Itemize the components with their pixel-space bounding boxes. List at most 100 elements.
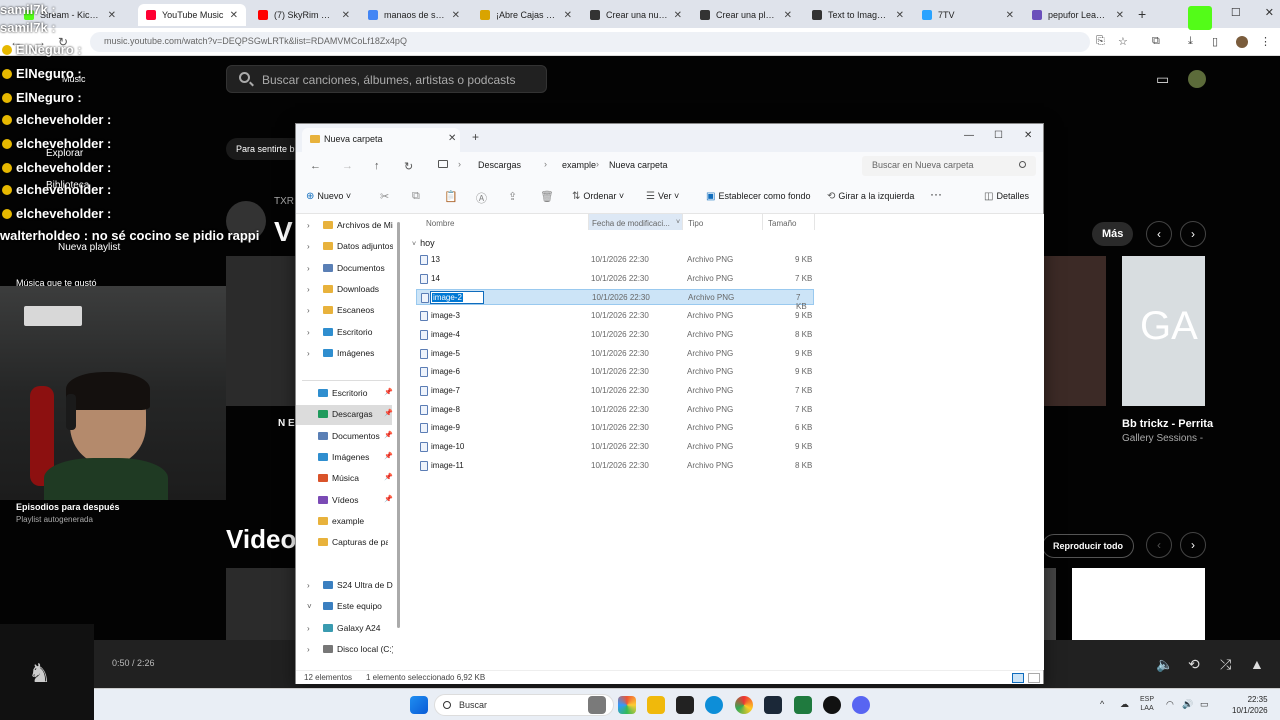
close-tab-icon[interactable]: ✕: [448, 133, 456, 144]
file-row[interactable]: image-5 10/1/2026 22:30 Archivo PNG 9 KB: [416, 346, 814, 362]
nav-item[interactable]: Imágenes 📌: [296, 448, 393, 468]
file-row[interactable]: 13 10/1/2026 22:30 Archivo PNG 9 KB: [416, 252, 814, 268]
breadcrumb-item[interactable]: Nueva carpeta: [609, 160, 668, 170]
song-thumbnail[interactable]: GA: [1122, 256, 1205, 406]
videos-prev-icon[interactable]: ‹: [1146, 532, 1172, 558]
share-icon[interactable]: ⇪: [508, 190, 517, 203]
edge-icon[interactable]: [705, 696, 723, 714]
taskbar-search[interactable]: Buscar: [434, 694, 614, 716]
address-bar[interactable]: music.youtube.com/watch?v=DEQPSGwLRTk&li…: [90, 32, 1090, 52]
nav-item[interactable]: › S24 Ultra de Danc: [296, 576, 393, 596]
close-icon[interactable]: ✕: [1265, 6, 1274, 19]
explorer-tab[interactable]: Nueva carpeta ✕: [302, 128, 460, 152]
tiles-view-icon[interactable]: [1028, 673, 1040, 683]
carousel-next-icon[interactable]: ›: [1180, 221, 1206, 247]
card-title[interactable]: Bb trickz - Perrita: [1122, 418, 1213, 430]
delete-icon[interactable]: 🗑: [540, 190, 554, 203]
windows-start-icon[interactable]: [410, 696, 428, 714]
file-row[interactable]: image-3 10/1/2026 22:30 Archivo PNG 9 KB: [416, 308, 814, 324]
steam-icon[interactable]: [764, 696, 782, 714]
song-thumbnail[interactable]: [226, 256, 296, 406]
sort-button[interactable]: ⇅ Ordenar ˅: [572, 191, 624, 202]
column-header-date[interactable]: Fecha de modificaci...: [592, 219, 670, 228]
close-tab-icon[interactable]: ✕: [1116, 10, 1124, 21]
details-view-icon[interactable]: [1012, 673, 1024, 683]
set-background-button[interactable]: ▣ Establecer como fondo: [706, 191, 811, 202]
minimize-icon[interactable]: —: [964, 130, 974, 141]
chat-username[interactable]: elcheveholder: [16, 206, 103, 221]
refresh-icon[interactable]: ↻: [404, 160, 413, 173]
nav-item[interactable]: Vídeos 📌: [296, 491, 393, 511]
breadcrumb-item[interactable]: example: [562, 160, 596, 170]
bookmark-star-icon[interactable]: ☆: [1118, 35, 1128, 48]
column-divider[interactable]: [762, 214, 763, 230]
paste-icon[interactable]: 📋: [444, 190, 458, 203]
chat-username[interactable]: elcheveholder: [16, 182, 103, 197]
play-all-button[interactable]: Reproducir todo: [1042, 534, 1134, 558]
file-row[interactable]: image-4 10/1/2026 22:30 Archivo PNG 8 KB: [416, 327, 814, 343]
obs-icon[interactable]: [823, 696, 841, 714]
column-divider[interactable]: [814, 214, 815, 230]
close-icon[interactable]: ✕: [1024, 130, 1032, 141]
extensions-icon[interactable]: ⧉: [1152, 35, 1160, 48]
videos-next-icon[interactable]: ›: [1180, 532, 1206, 558]
browser-tab[interactable]: Crear una plantill ✕: [692, 4, 800, 26]
chrome-menu-icon[interactable]: ⋮: [1260, 35, 1271, 48]
nav-item[interactable]: Escritorio 📌: [296, 384, 393, 404]
close-tab-icon[interactable]: ✕: [230, 10, 238, 21]
tray-chevron-icon[interactable]: ^: [1100, 699, 1104, 709]
nav-item[interactable]: › Galaxy A24: [296, 619, 392, 639]
chat-username[interactable]: elcheveholder: [16, 112, 103, 127]
nav-item[interactable]: › Downloads: [296, 280, 392, 300]
chevron-right-icon[interactable]: ›: [307, 306, 310, 315]
chat-username[interactable]: elcheveholder: [16, 136, 103, 151]
chevron-down-icon[interactable]: ˅: [307, 602, 312, 611]
ytm-search-bar[interactable]: Buscar canciones, álbumes, artistas o po…: [226, 65, 547, 93]
video-thumbnail[interactable]: [1072, 568, 1205, 640]
taskbar-clock[interactable]: 22:35 10/1/2026: [1232, 694, 1268, 716]
nav-item[interactable]: › Archivos de Mic: [296, 216, 393, 236]
browser-tab[interactable]: ¡Abre Cajas de CS ✕: [472, 4, 580, 26]
nav-item[interactable]: ˅ Este equipo: [296, 597, 392, 617]
video-thumbnail[interactable]: [1044, 568, 1056, 640]
maximize-icon[interactable]: ☐: [1231, 6, 1241, 19]
column-header-size[interactable]: Tamaño: [768, 219, 796, 228]
shuffle-icon[interactable]: ⤮: [1220, 656, 1231, 673]
chat-username[interactable]: ElNeguro: [16, 66, 74, 81]
battery-icon[interactable]: ▭: [1200, 699, 1209, 710]
store-icon[interactable]: [676, 696, 694, 714]
playlist-later[interactable]: Episodios para después: [16, 502, 120, 512]
close-tab-icon[interactable]: ✕: [674, 10, 682, 21]
browser-tab[interactable]: YouTube Music ✕: [138, 4, 246, 26]
video-thumbnail[interactable]: [226, 568, 296, 640]
copy-icon[interactable]: ⧉: [412, 190, 420, 203]
chat-username[interactable]: elcheveholder: [16, 160, 103, 175]
file-row[interactable]: image-10 10/1/2026 22:30 Archivo PNG 9 KB: [416, 439, 814, 455]
discord-icon[interactable]: [852, 696, 870, 714]
more-button[interactable]: Más: [1092, 222, 1134, 246]
back-icon[interactable]: ←: [310, 160, 321, 172]
nav-item[interactable]: › Escritorio: [296, 323, 392, 343]
browser-tab[interactable]: (7) SkyRim Skeleton ✕: [250, 4, 358, 26]
excel-icon[interactable]: [794, 696, 812, 714]
file-row[interactable]: image-7 10/1/2026 22:30 Archivo PNG 7 KB: [416, 383, 814, 399]
up-icon[interactable]: ↑: [374, 160, 380, 172]
language-indicator[interactable]: ESP LAA: [1140, 695, 1154, 713]
maximize-icon[interactable]: ☐: [994, 130, 1003, 141]
file-explorer-icon[interactable]: [647, 696, 665, 714]
browser-tab[interactable]: 7TV ✕: [914, 4, 1022, 26]
file-row[interactable]: image-2 10/1/2026 22:30 Archivo PNG 7 KB: [416, 289, 814, 311]
rename-icon[interactable]: Ⓐ: [476, 190, 487, 206]
close-tab-icon[interactable]: ✕: [784, 10, 792, 21]
chat-username[interactable]: samil7k: [0, 20, 48, 35]
breadcrumb-item[interactable]: Descargas: [478, 160, 521, 170]
ytm-avatar[interactable]: [1188, 70, 1206, 88]
chevron-right-icon[interactable]: ›: [307, 328, 310, 337]
nav-item[interactable]: Capturas de pant: [296, 533, 392, 553]
nav-item[interactable]: › Escaneos: [296, 301, 392, 321]
install-icon[interactable]: ⎘: [1096, 35, 1105, 48]
new-tab-icon[interactable]: +: [472, 130, 479, 144]
browser-tab[interactable]: Crear una nueva l ✕: [582, 4, 690, 26]
explorer-search-box[interactable]: Buscar en Nueva carpeta: [862, 156, 1036, 176]
browser-tab[interactable]: manaos de sprite ✕: [360, 4, 468, 26]
